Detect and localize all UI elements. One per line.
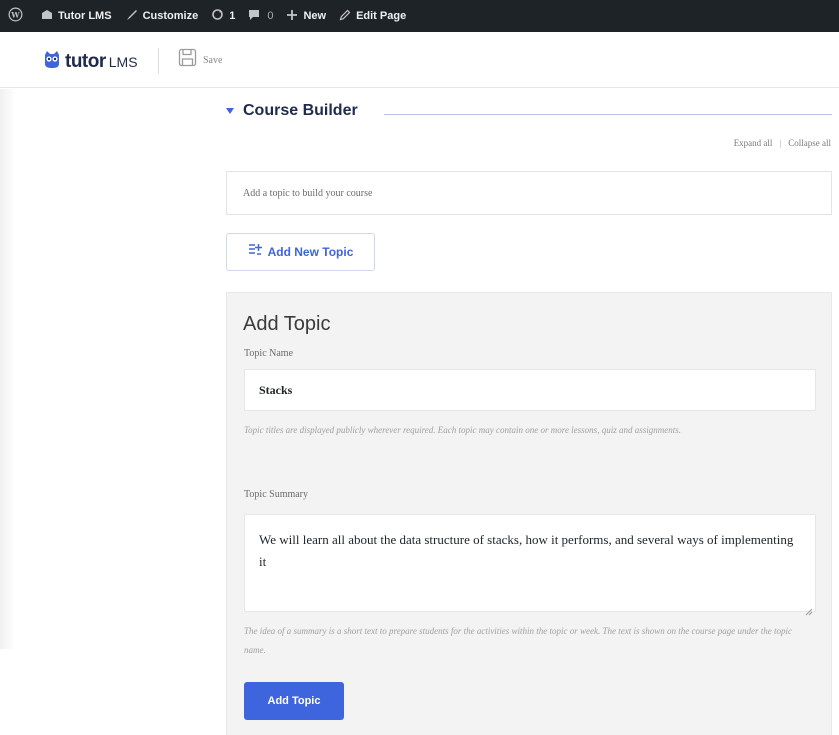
topic-name-label: Topic Name	[244, 348, 294, 359]
add-topic-submit-button[interactable]: Add Topic	[244, 682, 344, 720]
plus-icon	[286, 9, 303, 24]
refresh-icon	[211, 8, 229, 24]
edit-page-link[interactable]: Edit Page	[339, 0, 406, 32]
save-button[interactable]: Save	[178, 48, 222, 72]
add-list-icon	[248, 243, 262, 261]
dashboard-icon	[41, 9, 58, 23]
wp-logo-menu[interactable]: W	[8, 0, 28, 32]
expand-collapse-controls: Expand all | Collapse all	[734, 138, 831, 148]
topic-summary-value: We will learn all about the data structu…	[259, 532, 794, 569]
topic-summary-label: Topic Summary	[244, 489, 309, 500]
brush-icon	[125, 8, 143, 24]
comment-icon	[248, 9, 265, 24]
updates-link[interactable]: 1	[211, 0, 235, 32]
course-builder-title: Course Builder	[243, 102, 358, 119]
comments-count: 0	[267, 10, 274, 22]
expand-all-link[interactable]: Expand all	[734, 138, 773, 148]
topic-name-value: Stacks	[259, 382, 293, 397]
admin-bar: W Tutor LMS Customize 1 0 New Edit Page	[0, 0, 839, 32]
expand-collapse-separator: |	[779, 138, 782, 148]
add-topic-panel: Add Topic Topic Name Stacks Topic titles…	[226, 292, 832, 735]
site-name: Tutor LMS	[58, 10, 112, 22]
svg-text:W: W	[10, 11, 20, 20]
add-new-topic-label: Add New Topic	[267, 245, 354, 259]
resize-handle-icon[interactable]	[805, 601, 813, 616]
new-content-link[interactable]: New	[286, 0, 326, 32]
topic-summary-help: The idea of a summary is a short text to…	[244, 626, 793, 655]
pencil-icon	[339, 9, 356, 24]
caret-down-icon	[226, 108, 234, 114]
save-label: Save	[203, 54, 223, 66]
empty-topics-notice: Add a topic to build your course	[226, 171, 832, 215]
tutor-logo[interactable]: tutor LMS	[42, 49, 138, 74]
heading-divider-line	[384, 114, 832, 115]
new-label: New	[303, 10, 327, 22]
comments-link[interactable]: 0	[248, 0, 273, 32]
add-topic-submit-label: Add Topic	[267, 695, 321, 707]
topic-name-input[interactable]: Stacks	[244, 369, 816, 411]
tutor-owl-icon	[42, 49, 62, 74]
add-topic-heading: Add Topic	[243, 313, 331, 335]
collapse-all-link[interactable]: Collapse all	[788, 138, 831, 148]
customize-link[interactable]: Customize	[125, 0, 199, 32]
site-name-menu[interactable]: Tutor LMS	[41, 0, 112, 32]
course-builder-toggle[interactable]: Course Builder	[226, 102, 358, 120]
topic-name-help: Topic titles are displayed publicly wher…	[244, 425, 681, 435]
left-sidebar-shade	[0, 89, 16, 649]
edit-page-label: Edit Page	[356, 10, 407, 22]
customize-label: Customize	[142, 10, 199, 22]
empty-topics-message: Add a topic to build your course	[243, 187, 373, 199]
save-file-icon	[178, 48, 197, 72]
logo-subtext: LMS	[108, 53, 138, 70]
topic-summary-textarea[interactable]: We will learn all about the data structu…	[244, 514, 816, 616]
updates-count: 1	[229, 10, 236, 22]
wordpress-icon: W	[8, 7, 28, 25]
header-divider	[158, 48, 159, 74]
builder-header: tutor LMS Save	[0, 32, 839, 88]
add-new-topic-button[interactable]: Add New Topic	[226, 233, 375, 271]
logo-text: tutor	[65, 50, 106, 72]
